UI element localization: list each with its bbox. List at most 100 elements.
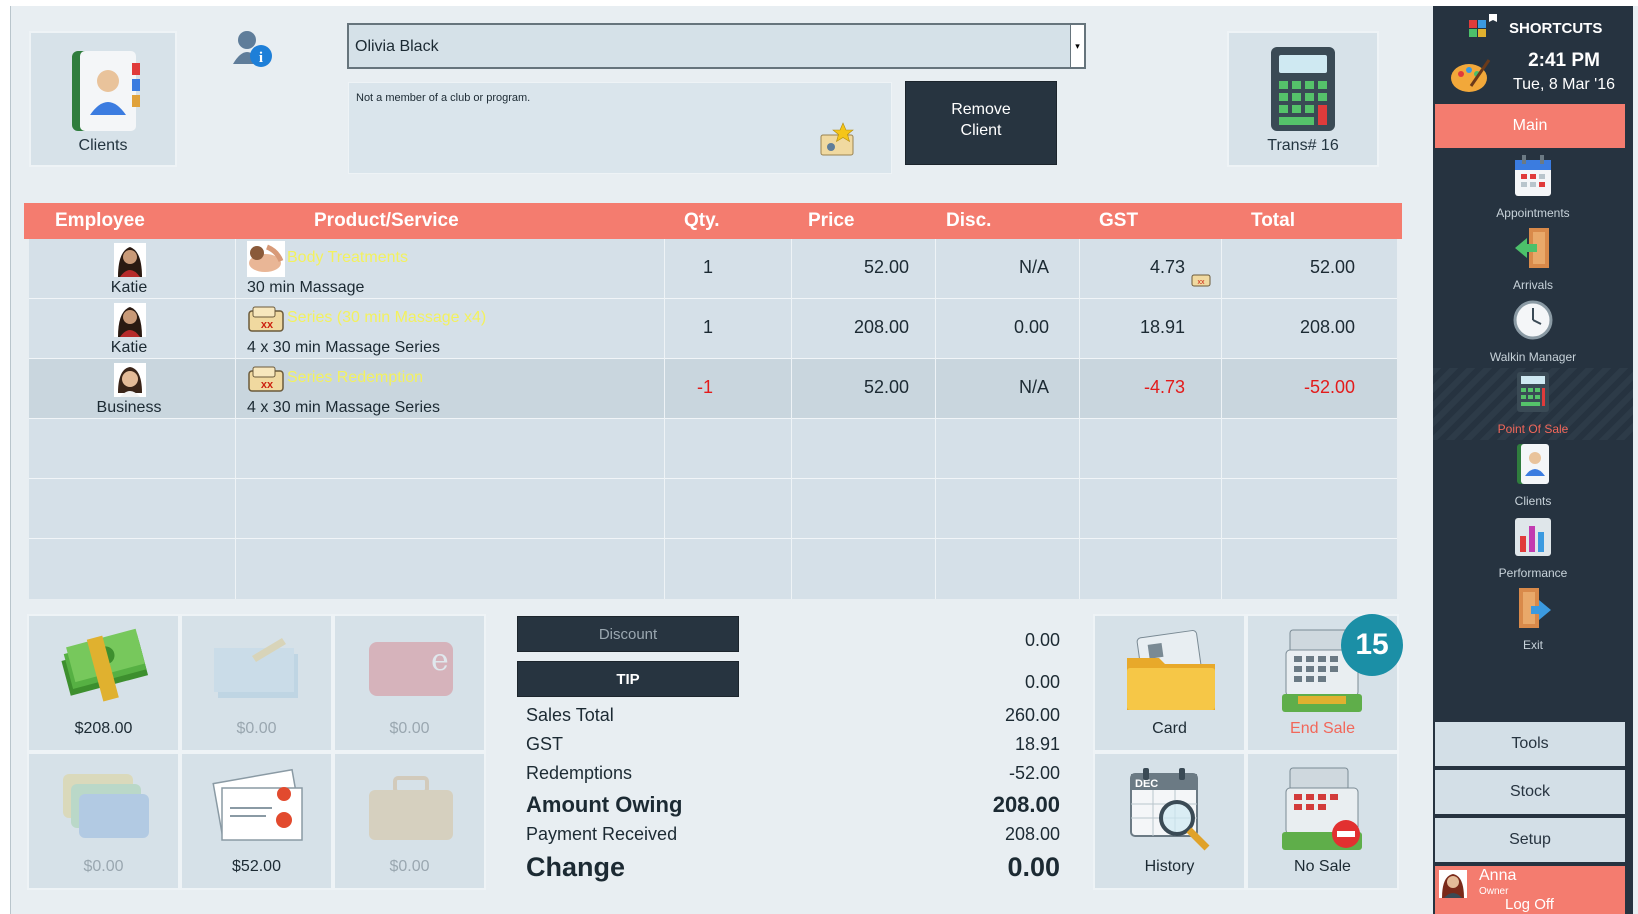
no-sale-button[interactable]: No Sale bbox=[1246, 752, 1399, 890]
svg-text:xx: xx bbox=[261, 379, 274, 391]
line-items-table: Katie Body Treatments 30 min Massage 1 5… bbox=[29, 239, 1397, 599]
stock-button[interactable]: Stock bbox=[1435, 770, 1625, 814]
product-name: 4 x 30 min Massage Series bbox=[247, 399, 440, 416]
col-qty[interactable]: Qty. bbox=[684, 210, 720, 232]
disc-cell[interactable]: N/A bbox=[929, 257, 1049, 278]
credit-card-amount: $0.00 bbox=[83, 858, 124, 875]
sidebar-item-point-of-sale[interactable]: Point Of Sale bbox=[1433, 368, 1633, 440]
notification-badge[interactable]: 15 bbox=[1341, 614, 1403, 676]
total-cell: 208.00 bbox=[1299, 317, 1355, 337]
cash-icon bbox=[61, 628, 149, 702]
column-divider bbox=[235, 239, 236, 599]
account-payment-button[interactable]: $0.00 bbox=[333, 752, 486, 890]
tip-value: 0.00 bbox=[1024, 672, 1060, 692]
discount-label: Discount bbox=[598, 626, 658, 643]
sidebar-item-label: Exit bbox=[1522, 638, 1543, 652]
sidebar-item-appointments[interactable]: Appointments bbox=[1433, 152, 1633, 224]
chevron-down-icon[interactable]: ▾ bbox=[1070, 25, 1084, 67]
col-price[interactable]: Price bbox=[808, 210, 854, 232]
client-name: Olivia Black bbox=[355, 38, 439, 55]
user-avatar bbox=[1439, 870, 1467, 898]
gift-voucher-icon bbox=[212, 768, 303, 841]
card-button[interactable]: Card bbox=[1093, 614, 1246, 752]
eftpos-card-icon: e bbox=[369, 642, 453, 696]
total-cell: -52.00 bbox=[1303, 377, 1355, 397]
end-sale-button[interactable]: 15 End Sale bbox=[1246, 614, 1403, 752]
palette-icon[interactable] bbox=[1449, 56, 1491, 96]
column-divider bbox=[1221, 239, 1222, 599]
shortcuts-title: SHORTCUTS bbox=[1509, 20, 1603, 37]
sidebar-item-clients[interactable]: Clients bbox=[1433, 440, 1633, 512]
cash-payment-button[interactable]: $208.00 bbox=[27, 614, 180, 752]
sidebar-item-exit[interactable]: Exit bbox=[1433, 584, 1633, 656]
total-cell: 52.00 bbox=[1309, 257, 1355, 277]
gift-voucher-payment-button[interactable]: $52.00 bbox=[180, 752, 333, 890]
tip-button[interactable]: TIP bbox=[517, 661, 739, 697]
employee-name: Katie bbox=[110, 279, 148, 296]
disc-cell[interactable]: N/A bbox=[929, 377, 1049, 398]
column-divider bbox=[791, 239, 792, 599]
sidebar-item-label: Arrivals bbox=[1512, 278, 1553, 292]
price-cell[interactable]: 52.00 bbox=[789, 377, 909, 398]
series-ticket-icon: xx bbox=[248, 366, 284, 392]
redeem-ticket-icon[interactable]: xx bbox=[1191, 271, 1211, 287]
eftpos-payment-button[interactable]: e $0.00 bbox=[333, 614, 486, 752]
col-employee[interactable]: Employee bbox=[55, 210, 145, 232]
clients-tile[interactable]: Clients bbox=[29, 31, 177, 167]
product-category: Series Redemption bbox=[287, 369, 424, 386]
tab-main[interactable]: Main bbox=[1435, 104, 1625, 148]
employee-avatar bbox=[114, 243, 146, 277]
qty-cell[interactable]: 1 bbox=[643, 257, 713, 278]
col-gst[interactable]: GST bbox=[1099, 210, 1138, 232]
no-sale-register-icon bbox=[1282, 767, 1362, 850]
transaction-number: Trans# 16 bbox=[1267, 137, 1339, 154]
massage-icon bbox=[247, 241, 285, 277]
loyalty-card-icon[interactable] bbox=[819, 121, 857, 159]
history-button[interactable]: DEC History bbox=[1093, 752, 1246, 890]
sidebar-item-walkin-manager[interactable]: Walkin Manager bbox=[1433, 296, 1633, 368]
sidebar-item-label: Clients bbox=[1514, 494, 1552, 508]
sidebar-item-label: Walkin Manager bbox=[1489, 350, 1577, 364]
col-disc[interactable]: Disc. bbox=[946, 210, 991, 232]
transaction-tile[interactable]: Trans# 16 bbox=[1227, 31, 1379, 167]
col-total[interactable]: Total bbox=[1251, 210, 1295, 232]
disc-cell[interactable]: 0.00 bbox=[929, 317, 1049, 338]
clock-date: Tue, 8 Mar '16 bbox=[1512, 76, 1616, 93]
svg-text:xx: xx bbox=[261, 319, 274, 331]
no-sale-label: No Sale bbox=[1294, 858, 1351, 875]
remove-client-button[interactable]: Remove Client bbox=[905, 81, 1057, 165]
card-label: Card bbox=[1152, 720, 1187, 737]
address-book-icon bbox=[72, 51, 140, 131]
discount-button[interactable]: Discount bbox=[517, 616, 739, 652]
qty-cell[interactable]: 1 bbox=[643, 317, 713, 338]
setup-button[interactable]: Setup bbox=[1435, 818, 1625, 862]
sidebar-item-performance[interactable]: Performance bbox=[1433, 512, 1633, 584]
gst-cell: 18.91 bbox=[1139, 317, 1185, 337]
client-dropdown[interactable]: Olivia Black ▾ bbox=[347, 23, 1086, 69]
logoff-button[interactable]: Log Off bbox=[1505, 896, 1554, 913]
qty-cell[interactable]: -1 bbox=[643, 377, 713, 398]
col-product-service[interactable]: Product/Service bbox=[314, 210, 459, 232]
cheque-icon bbox=[214, 638, 298, 698]
cash-amount: $208.00 bbox=[74, 720, 133, 737]
price-cell[interactable]: 52.00 bbox=[789, 257, 909, 278]
change-label: Change bbox=[526, 852, 626, 882]
product-category: Body Treatments bbox=[287, 249, 408, 266]
price-cell[interactable]: 208.00 bbox=[789, 317, 909, 338]
sidebar-item-arrivals[interactable]: Arrivals bbox=[1433, 224, 1633, 296]
card-folder-icon bbox=[1127, 630, 1215, 710]
client-info-icon[interactable]: i bbox=[231, 28, 275, 70]
amount-owing-label: Amount Owing bbox=[526, 792, 683, 817]
register-icon bbox=[1517, 372, 1549, 412]
clock-time: 2:41 PM bbox=[1528, 50, 1600, 71]
pos-window: Clients i Olivia Black ▾ Not a member of… bbox=[10, 6, 1638, 914]
register-icon bbox=[1271, 47, 1335, 131]
cheque-payment-button[interactable]: $0.00 bbox=[180, 614, 333, 752]
user-panel[interactable]: Anna Owner Log Off bbox=[1435, 866, 1625, 914]
gst-cell: -4.73 bbox=[1143, 377, 1185, 397]
amount-owing-value: 208.00 bbox=[992, 792, 1060, 817]
tools-button[interactable]: Tools bbox=[1435, 722, 1625, 766]
sidebar-item-label: Point Of Sale bbox=[1497, 422, 1569, 436]
credit-card-payment-button[interactable]: $0.00 bbox=[27, 752, 180, 890]
cheque-amount: $0.00 bbox=[236, 720, 277, 737]
